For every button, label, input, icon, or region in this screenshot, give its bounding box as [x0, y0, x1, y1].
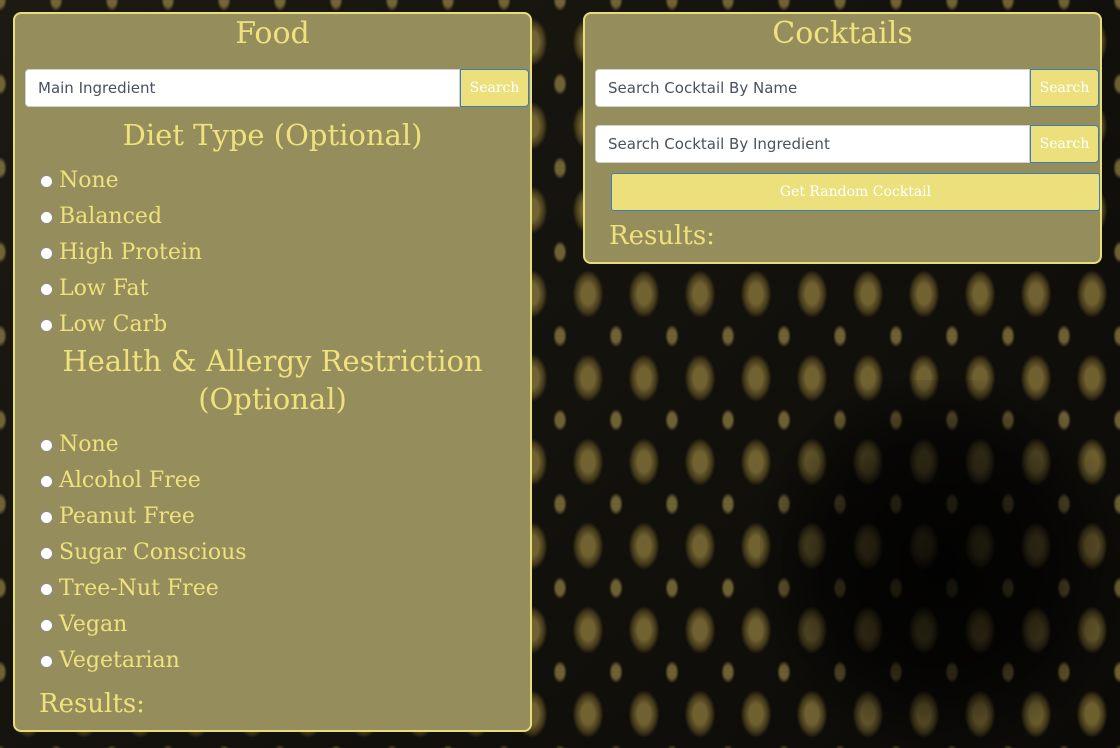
radio-icon[interactable] — [40, 282, 53, 296]
diet-option-label[interactable]: Balanced — [59, 199, 162, 235]
radio-icon[interactable] — [40, 618, 53, 632]
diet-option-none[interactable]: None — [40, 163, 202, 199]
background-shadow — [760, 380, 1120, 748]
health-option-label[interactable]: None — [59, 427, 119, 463]
health-option-label[interactable]: Sugar Conscious — [59, 535, 247, 571]
food-search-button[interactable]: Search — [460, 69, 529, 107]
diet-option-label[interactable]: Low Fat — [59, 271, 148, 307]
cocktails-panel: Cocktails Search Search Get Random Cockt… — [583, 12, 1102, 264]
health-option-label[interactable]: Alcohol Free — [59, 463, 201, 499]
radio-icon[interactable] — [40, 654, 53, 668]
diet-option-balanced[interactable]: Balanced — [40, 199, 202, 235]
radio-icon[interactable] — [40, 510, 53, 524]
diet-option-label[interactable]: Low Carb — [59, 307, 167, 343]
health-option-tree-nut-free[interactable]: Tree-Nut Free — [40, 571, 247, 607]
cocktail-ingredient-input[interactable] — [595, 125, 1030, 163]
radio-icon[interactable] — [40, 174, 53, 188]
health-option-label[interactable]: Peanut Free — [59, 499, 195, 535]
health-option-vegetarian[interactable]: Vegetarian — [40, 643, 247, 679]
health-option-peanut-free[interactable]: Peanut Free — [40, 499, 247, 535]
diet-option-low-carb[interactable]: Low Carb — [40, 307, 202, 343]
health-heading-line1: Health & Allergy Restriction — [62, 344, 483, 378]
cocktail-name-search-row: Search — [595, 69, 1099, 107]
diet-option-label[interactable]: None — [59, 163, 119, 199]
food-search-row: Search — [25, 69, 529, 107]
cocktail-results-label: Results: — [609, 221, 715, 251]
food-title: Food — [235, 16, 310, 51]
health-allergy-options: None Alcohol Free Peanut Free Sugar Cons… — [40, 427, 247, 679]
health-allergy-heading: Health & Allergy Restriction (Optional) — [15, 342, 530, 418]
cocktail-name-search-button[interactable]: Search — [1030, 69, 1099, 107]
diet-option-low-fat[interactable]: Low Fat — [40, 271, 202, 307]
diet-option-high-protein[interactable]: High Protein — [40, 235, 202, 271]
main-ingredient-input[interactable] — [25, 69, 460, 107]
cocktail-name-input[interactable] — [595, 69, 1030, 107]
health-option-vegan[interactable]: Vegan — [40, 607, 247, 643]
cocktails-title: Cocktails — [772, 16, 913, 51]
health-option-label[interactable]: Vegetarian — [59, 643, 180, 679]
health-heading-line2: (Optional) — [198, 382, 347, 416]
diet-type-heading: Diet Type (Optional) — [122, 118, 423, 152]
radio-icon[interactable] — [40, 210, 53, 224]
radio-icon[interactable] — [40, 318, 53, 332]
radio-icon[interactable] — [40, 438, 53, 452]
health-option-alcohol-free[interactable]: Alcohol Free — [40, 463, 247, 499]
radio-icon[interactable] — [40, 246, 53, 260]
food-results-label: Results: — [39, 689, 145, 719]
health-option-label[interactable]: Tree-Nut Free — [59, 571, 219, 607]
diet-option-label[interactable]: High Protein — [59, 235, 202, 271]
radio-icon[interactable] — [40, 546, 53, 560]
health-option-none[interactable]: None — [40, 427, 247, 463]
diet-type-options: None Balanced High Protein Low Fat Low C… — [40, 163, 202, 343]
health-option-label[interactable]: Vegan — [59, 607, 127, 643]
food-panel: Food Search Diet Type (Optional) None Ba… — [13, 12, 532, 732]
health-option-sugar-conscious[interactable]: Sugar Conscious — [40, 535, 247, 571]
cocktail-ingredient-search-button[interactable]: Search — [1030, 125, 1099, 163]
radio-icon[interactable] — [40, 582, 53, 596]
radio-icon[interactable] — [40, 474, 53, 488]
get-random-cocktail-button[interactable]: Get Random Cocktail — [611, 173, 1100, 211]
cocktail-ingredient-search-row: Search — [595, 125, 1099, 163]
